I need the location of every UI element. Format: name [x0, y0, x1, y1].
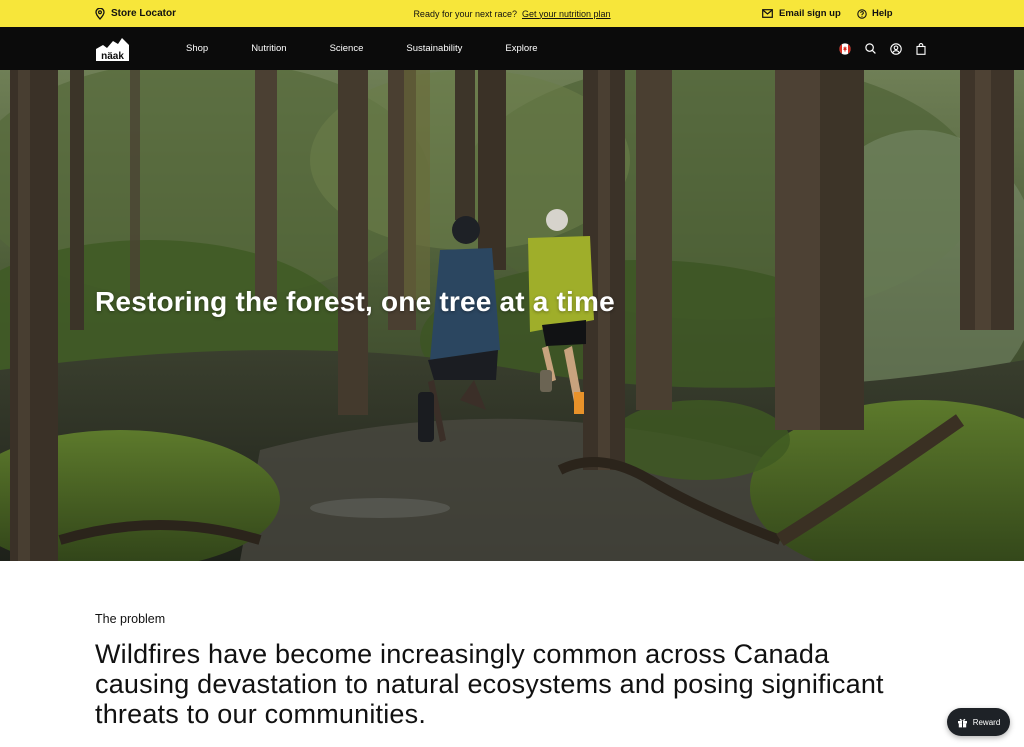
nutrition-plan-link[interactable]: Get your nutrition plan [522, 9, 611, 19]
email-signup-label: Email sign up [779, 8, 841, 19]
hero-title: Restoring the forest, one tree at a time [95, 286, 615, 317]
promo-text: Ready for your next race? [413, 8, 517, 19]
account-icon[interactable] [890, 42, 902, 55]
section-headline: Wildfires have become increasingly commo… [95, 639, 884, 729]
announcement-bar: Store Locator Ready for your next race? … [0, 0, 1024, 27]
reward-label: Reward [972, 717, 1001, 727]
logo-text: näak [101, 51, 124, 62]
section-eyebrow: The problem [95, 612, 166, 626]
nav-utility-icons [839, 27, 940, 70]
nav-item-explore[interactable]: Explore [505, 43, 537, 54]
primary-menu: Shop Nutrition Science Sustainability Ex… [186, 27, 538, 70]
cart-icon[interactable] [916, 42, 926, 55]
hero-banner: Restoring the forest, one tree at a time [0, 70, 1024, 561]
help-link[interactable]: Help [857, 0, 893, 27]
search-icon[interactable] [865, 43, 876, 54]
nav-item-nutrition[interactable]: Nutrition [251, 43, 286, 54]
main-nav: näak Shop Nutrition Science Sustainabili… [0, 27, 1024, 70]
canada-flag-icon[interactable] [839, 42, 851, 55]
mail-icon [762, 9, 773, 18]
help-label: Help [872, 8, 893, 19]
email-signup-link[interactable]: Email sign up [762, 0, 841, 27]
nav-item-science[interactable]: Science [330, 43, 364, 54]
gift-icon [957, 718, 967, 727]
brand-logo[interactable]: näak [95, 36, 130, 62]
nav-item-shop[interactable]: Shop [186, 43, 208, 54]
help-icon [857, 8, 867, 19]
problem-section: The problem Wildfires have become increa… [95, 612, 925, 729]
nav-item-sustainability[interactable]: Sustainability [406, 43, 462, 54]
reward-button[interactable]: Reward [947, 708, 1010, 736]
naak-logo-icon: näak [96, 38, 129, 62]
